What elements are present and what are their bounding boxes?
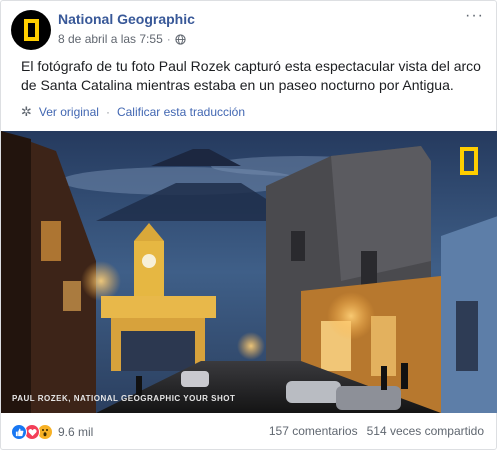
post-footer: 9.6 mil 157 comentarios 514 veces compar… (1, 415, 496, 449)
rate-translation-link[interactable]: Calificar esta traducción (117, 105, 245, 119)
like-icon (11, 424, 27, 440)
page-avatar[interactable] (11, 10, 51, 50)
timestamp-link[interactable]: 8 de abril a las 7:55 (58, 32, 163, 46)
engagement-counts: 157 comentarios 514 veces compartido (269, 424, 484, 438)
nat-geo-watermark-logo (460, 147, 478, 175)
globe-icon (175, 33, 186, 45)
nat-geo-logo (23, 19, 39, 41)
translation-separator: · (105, 105, 110, 119)
more-options-icon[interactable]: ··· (465, 8, 484, 24)
see-original-link[interactable]: Ver original (39, 105, 99, 119)
post-meta: 8 de abril a las 7:55 · (58, 32, 186, 46)
photo-illustration (1, 131, 497, 413)
photo-credit: PAUL ROZEK, NATIONAL GEOGRAPHIC YOUR SHO… (12, 394, 236, 403)
post-header: National Geographic 8 de abril a las 7:5… (1, 1, 496, 53)
meta-separator: · (166, 32, 171, 46)
post-photo[interactable]: PAUL ROZEK, NATIONAL GEOGRAPHIC YOUR SHO… (1, 131, 497, 413)
page-name-link[interactable]: National Geographic (58, 11, 195, 27)
reactions-summary[interactable]: 9.6 mil (11, 424, 93, 440)
post-card: National Geographic 8 de abril a las 7:5… (0, 0, 497, 450)
post-text: El fotógrafo de tu foto Paul Rozek captu… (21, 58, 481, 93)
gear-icon: ✲ (21, 104, 32, 119)
comments-count-link[interactable]: 157 comentarios (269, 424, 358, 438)
translation-row: ✲ Ver original · Calificar esta traducci… (21, 104, 245, 120)
reaction-count: 9.6 mil (58, 425, 94, 439)
shares-count-link[interactable]: 514 veces compartido (367, 424, 484, 438)
